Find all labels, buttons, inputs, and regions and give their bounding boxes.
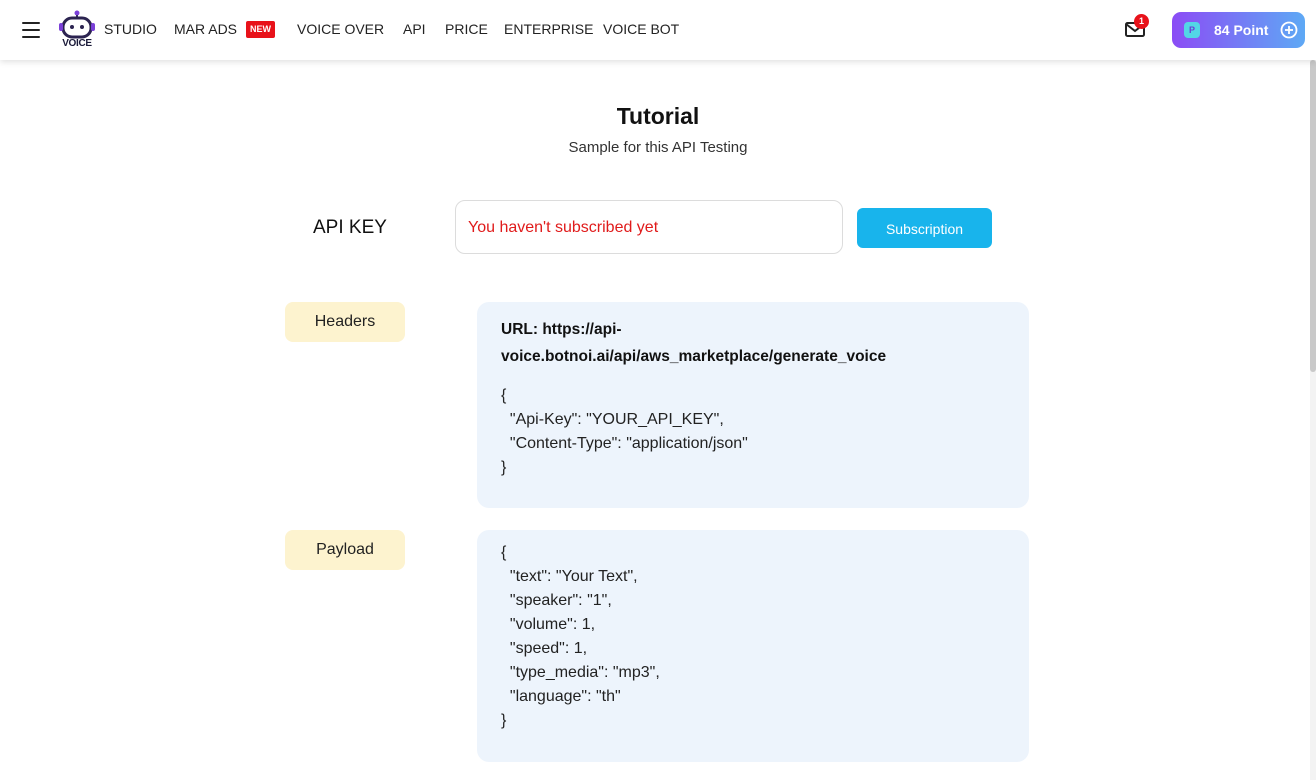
nav-voice-over[interactable]: VOICE OVER xyxy=(297,21,384,37)
top-navbar: VOICE STUDIO MAR ADS NEW VOICE OVER API … xyxy=(0,0,1316,60)
nav-enterprise[interactable]: ENTERPRISE xyxy=(504,21,593,37)
code-line: } xyxy=(501,712,507,729)
nav-api[interactable]: API xyxy=(403,21,426,37)
api-key-field[interactable]: You haven't subscribed yet xyxy=(455,200,843,254)
brand-text: VOICE xyxy=(62,38,92,49)
nav-studio[interactable]: STUDIO xyxy=(104,21,157,37)
point-gem-icon: P xyxy=(1184,22,1200,38)
endpoint-url: URL: https://api-voice.botnoi.ai/api/aws… xyxy=(501,321,887,365)
page-subtitle: Sample for this API Testing xyxy=(568,139,748,156)
robot-logo-icon xyxy=(59,10,95,39)
brand-logo[interactable]: VOICE xyxy=(58,10,98,52)
api-key-label: API KEY xyxy=(313,217,387,238)
code-line: "Api-Key": "YOUR_API_KEY", xyxy=(501,411,724,428)
code-line: } xyxy=(501,459,507,476)
add-circle-icon[interactable] xyxy=(1280,21,1298,39)
nav-voice-bot[interactable]: VOICE BOT xyxy=(603,21,679,37)
subscription-button[interactable]: Subscription xyxy=(857,208,992,248)
points-button[interactable]: P 84 Point xyxy=(1172,12,1305,48)
code-line: "text": "Your Text", xyxy=(501,568,638,585)
payload-card: { "text": "Your Text", "speaker": "1", "… xyxy=(477,530,1029,762)
mail-count-badge: 1 xyxy=(1134,14,1149,29)
page-scrollbar[interactable] xyxy=(1310,60,1316,780)
code-line: "volume": 1, xyxy=(501,616,596,633)
headers-tag: Headers xyxy=(285,302,405,342)
headers-card: URL: https://api-voice.botnoi.ai/api/aws… xyxy=(477,302,1029,508)
code-line: { xyxy=(501,544,507,561)
nav-mar-ads[interactable]: MAR ADS xyxy=(174,21,237,37)
points-label: 84 Point xyxy=(1214,22,1269,38)
code-line: "speaker": "1", xyxy=(501,592,612,609)
code-line: "type_media": "mp3", xyxy=(501,664,660,681)
menu-icon[interactable] xyxy=(22,22,40,38)
code-line: "Content-Type": "application/json" xyxy=(501,435,748,452)
new-badge: NEW xyxy=(246,21,275,38)
page-title: Tutorial xyxy=(616,103,700,129)
nav-price[interactable]: PRICE xyxy=(445,21,488,37)
payload-tag: Payload xyxy=(285,530,405,570)
code-line: { xyxy=(501,387,507,404)
api-key-value: You haven't subscribed yet xyxy=(468,219,659,236)
code-line: "speed": 1, xyxy=(501,640,588,657)
code-line: "language": "th" xyxy=(501,688,621,705)
